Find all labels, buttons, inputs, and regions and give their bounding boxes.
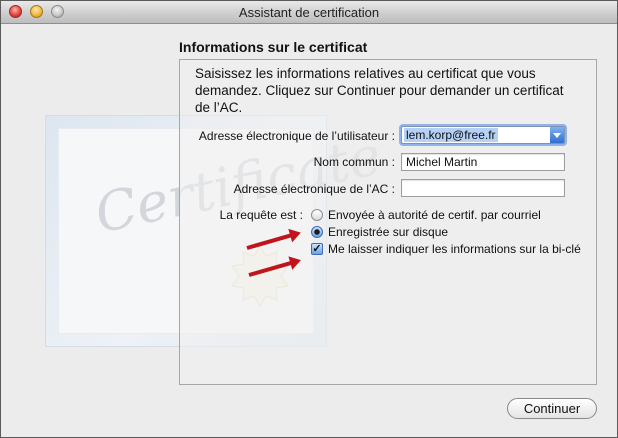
window-title: Assistant de certification — [238, 5, 380, 20]
radio-email-ca[interactable] — [311, 209, 323, 221]
continue-button[interactable]: Continuer — [507, 398, 597, 419]
radio-save-disk-label[interactable]: Enregistrée sur disque — [328, 225, 448, 239]
title-bar[interactable]: Assistant de certification — [1, 1, 617, 24]
common-name-field[interactable]: Michel Martin — [401, 153, 565, 171]
keypair-checkbox[interactable]: ✓ — [311, 243, 323, 255]
radio-email-ca-label[interactable]: Envoyée à autorité de certif. par courri… — [328, 208, 541, 222]
user-email-value: lem.korp@free.fr — [404, 128, 498, 142]
dropdown-arrow-icon[interactable] — [550, 127, 564, 143]
assistant-window: Assistant de certification Certificate I… — [0, 0, 618, 438]
user-email-label: Adresse électronique de l’utilisateur : — [198, 129, 395, 143]
request-label: La requête est : — [219, 208, 303, 222]
user-email-combobox[interactable]: lem.korp@free.fr — [401, 126, 565, 144]
page-title: Informations sur le certificat — [179, 39, 368, 55]
radio-save-disk[interactable] — [311, 226, 323, 238]
instructions-text: Saisissez les informations relatives au … — [195, 66, 564, 115]
ca-email-label: Adresse électronique de l’AC : — [233, 182, 395, 196]
common-name-label: Nom commun : — [313, 155, 395, 169]
ca-email-field[interactable] — [401, 179, 565, 197]
keypair-checkbox-label[interactable]: Me laisser indiquer les informations sur… — [328, 242, 581, 256]
